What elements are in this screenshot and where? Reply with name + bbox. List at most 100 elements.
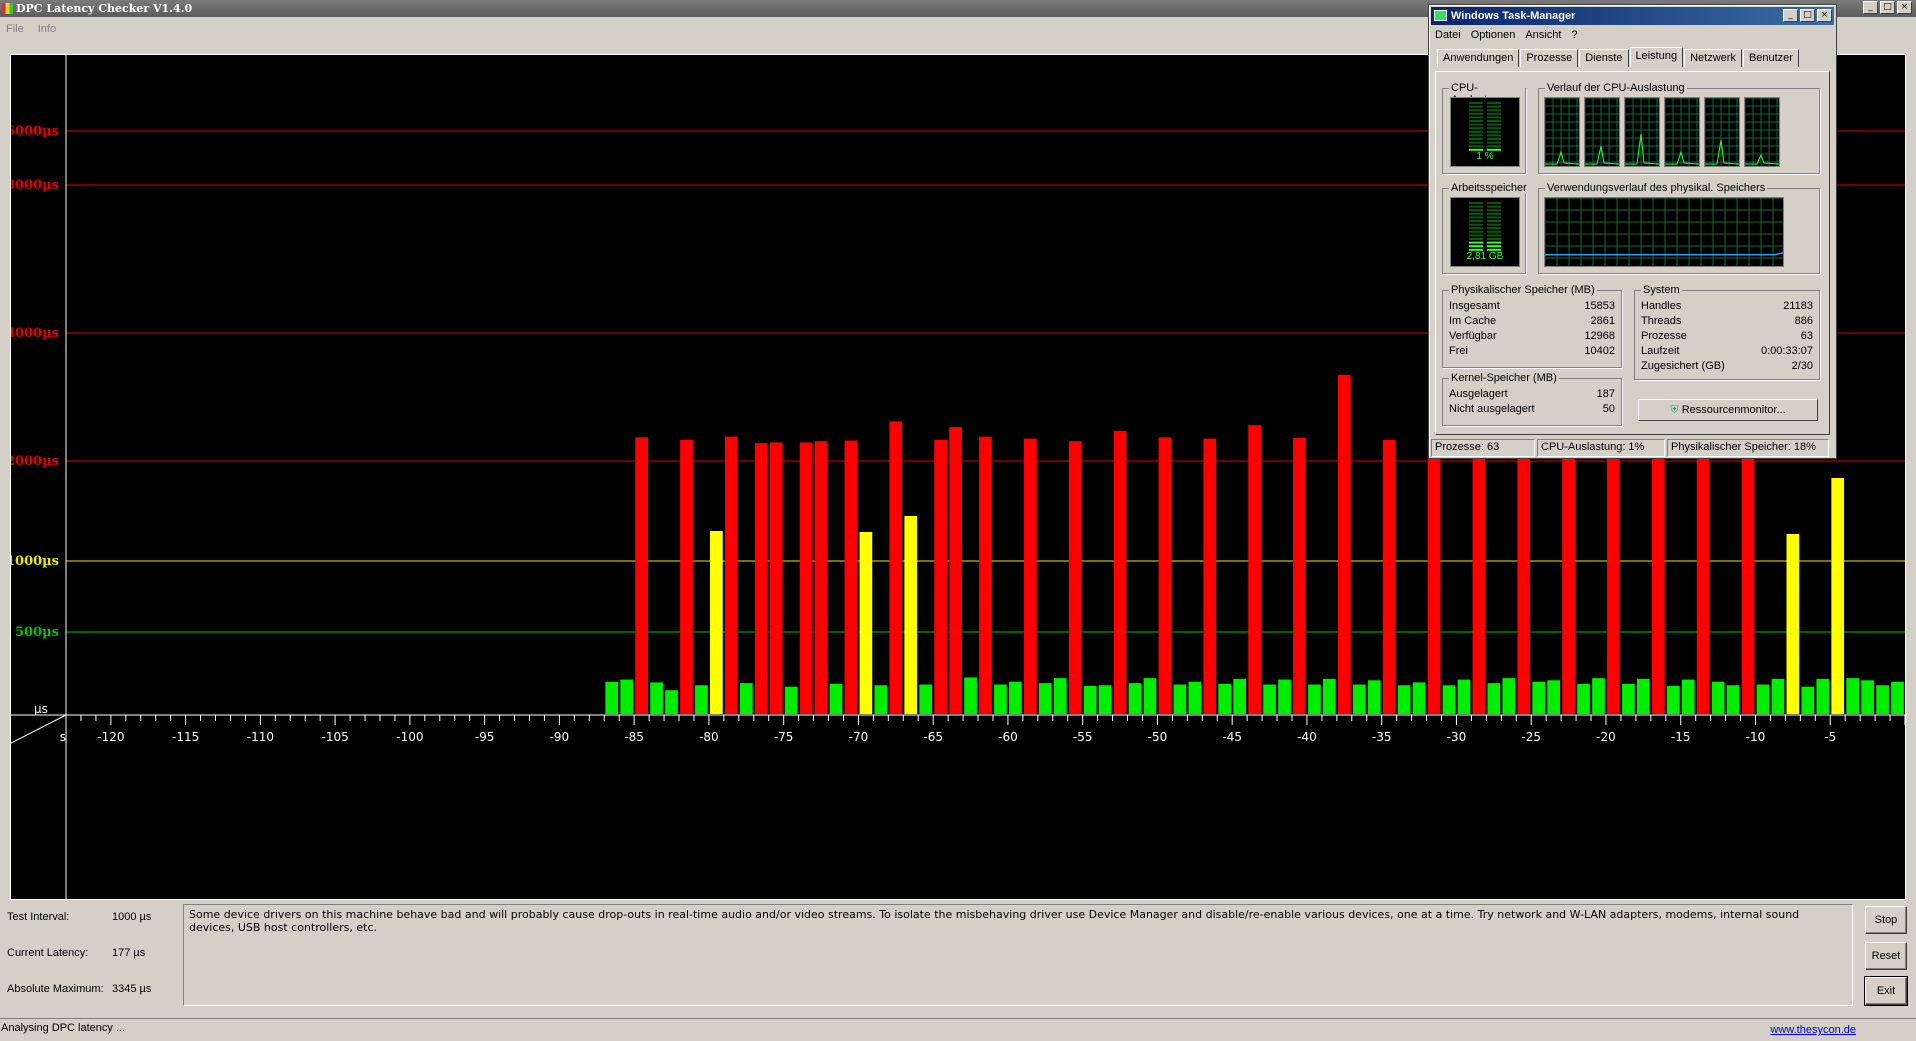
task-manager-menu: Datei Optionen Ansicht ?: [1429, 27, 1836, 45]
latency-bar: [1412, 682, 1426, 714]
y-threshold-label: 1000µs: [11, 554, 59, 569]
latency-bar: [1323, 678, 1336, 714]
latency-bar: [1592, 678, 1605, 714]
meter-segment: [1469, 130, 1483, 133]
resource-monitor-button[interactable]: ⛨ Ressourcenmonitor...: [1638, 399, 1818, 421]
latency-bar: [1771, 678, 1785, 714]
tm-minimize-button[interactable]: _: [1783, 9, 1798, 22]
cpu-history-line: [1705, 139, 1740, 165]
tab-dienste[interactable]: Dienste: [1579, 49, 1629, 67]
latency-bar: [754, 443, 768, 714]
physical-memory-label: Physikalischer Speicher (MB): [1449, 284, 1597, 296]
meter-segment: [1469, 238, 1483, 240]
meter-segment: [1487, 116, 1501, 119]
x-tick-label: -110: [247, 730, 274, 744]
stat-row: Insgesamt 15853: [1449, 299, 1615, 314]
tab-leistung[interactable]: Leistung: [1629, 47, 1684, 67]
stat-value: 21183: [1783, 300, 1813, 312]
task-manager-icon: [1434, 10, 1447, 21]
tab-prozesse[interactable]: Prozesse: [1520, 49, 1579, 67]
latency-bar: [844, 440, 858, 714]
stop-button[interactable]: Stop: [1865, 906, 1907, 934]
meter-segment: [1487, 238, 1501, 240]
cpu-usage-value: 1 %: [1476, 151, 1494, 162]
x-unit-label: s: [60, 730, 66, 744]
x-tick-label: -40: [1297, 730, 1317, 744]
memory-history-graph: [1544, 197, 1784, 267]
latency-bar: [1711, 681, 1725, 714]
menu-info[interactable]: Info: [38, 20, 56, 38]
tab-anwendungen[interactable]: Anwendungen: [1437, 49, 1520, 67]
x-tick-label: -80: [699, 730, 719, 744]
meter-segment: [1487, 230, 1501, 233]
tm-close-button[interactable]: ×: [1817, 9, 1832, 22]
latency-bar: [739, 683, 753, 714]
meter-segment: [1469, 234, 1483, 237]
latency-bar: [1532, 681, 1546, 714]
menu-file[interactable]: File: [6, 20, 24, 38]
stat-row: Nicht ausgelagert 50: [1449, 402, 1615, 417]
latency-bar: [1397, 685, 1411, 714]
tm-maximize-button[interactable]: □: [1800, 9, 1815, 22]
stat-row: Threads 886: [1641, 314, 1813, 329]
kernel-memory-label: Kernel-Speicher (MB): [1449, 372, 1559, 384]
absolute-maximum-label: Absolute Maximum:: [7, 983, 104, 995]
latency-bar: [1622, 683, 1635, 714]
exit-button[interactable]: Exit: [1864, 976, 1908, 1006]
latency-bar: [1308, 684, 1321, 714]
meter-segment: [1469, 141, 1483, 144]
task-manager-tabs: Anwendungen Prozesse Dienste Leistung Ne…: [1437, 47, 1836, 67]
latency-bar: [1442, 685, 1456, 714]
meter-segment: [1469, 227, 1483, 230]
memory-meter: 2,81 GB: [1450, 197, 1520, 267]
minimize-button[interactable]: _: [1863, 1, 1878, 14]
latency-bar: [1726, 685, 1740, 714]
tm-menu-ansicht[interactable]: Ansicht: [1525, 29, 1561, 43]
latency-bar: [859, 532, 873, 714]
latency-bar: [1846, 678, 1860, 714]
latency-bar: [1636, 678, 1650, 714]
latency-bar: [1427, 438, 1441, 714]
status-bar: Analysing DPC latency ... www.thesycon.d…: [0, 1018, 1916, 1041]
meter-segment: [1469, 138, 1483, 140]
reset-button[interactable]: Reset: [1865, 942, 1907, 970]
memory-history-group: Verwendungsverlauf des physikal. Speiche…: [1538, 182, 1820, 274]
x-tick-label: -5: [1824, 730, 1836, 744]
app-icon: [2, 3, 13, 14]
latency-bar: [1517, 439, 1531, 714]
close-button[interactable]: ×: [1897, 1, 1912, 14]
website-link[interactable]: www.thesycon.de: [1770, 1021, 1856, 1039]
status-cpu: CPU-Auslastung: 1%: [1537, 439, 1665, 457]
latency-bar: [1786, 534, 1800, 714]
tm-menu-datei[interactable]: Datei: [1435, 29, 1461, 43]
latency-bar: [1562, 439, 1575, 714]
cpu-core-graph: [1544, 97, 1580, 167]
cpu-core-svg: [1624, 97, 1660, 166]
meter-segment: [1487, 223, 1501, 226]
stat-value: 50: [1602, 403, 1615, 415]
latency-bar: [874, 685, 888, 714]
latency-bar: [1367, 680, 1381, 714]
meter-segment: [1487, 123, 1501, 126]
meter-segment: [1487, 234, 1501, 237]
latency-bar: [919, 684, 933, 714]
task-manager-title-bar: Windows Task-Manager _ □ ×: [1431, 7, 1834, 25]
meter-segment: [1469, 212, 1483, 215]
tm-menu-optionen[interactable]: Optionen: [1471, 29, 1516, 43]
stat-row: Handles 21183: [1641, 299, 1813, 314]
y-threshold-label: 8000µs: [11, 178, 59, 193]
meter-segment: [1487, 212, 1501, 215]
latency-bar: [1143, 678, 1157, 714]
tab-benutzer[interactable]: Benutzer: [1742, 49, 1799, 67]
current-latency-value: 177 µs: [112, 947, 146, 959]
latency-bar: [1218, 683, 1232, 714]
maximize-button[interactable]: □: [1880, 1, 1895, 14]
latency-bar: [1382, 439, 1396, 714]
tab-netzwerk[interactable]: Netzwerk: [1684, 49, 1742, 67]
meter-segment: [1487, 241, 1501, 244]
latency-bar: [680, 439, 693, 714]
latency-bar: [1128, 683, 1142, 714]
kernel-memory-group: Kernel-Speicher (MB) Ausgelagert 187 Nicht…: [1442, 372, 1622, 426]
tm-menu-help[interactable]: ?: [1571, 29, 1577, 43]
x-tick-label: -100: [396, 730, 423, 744]
